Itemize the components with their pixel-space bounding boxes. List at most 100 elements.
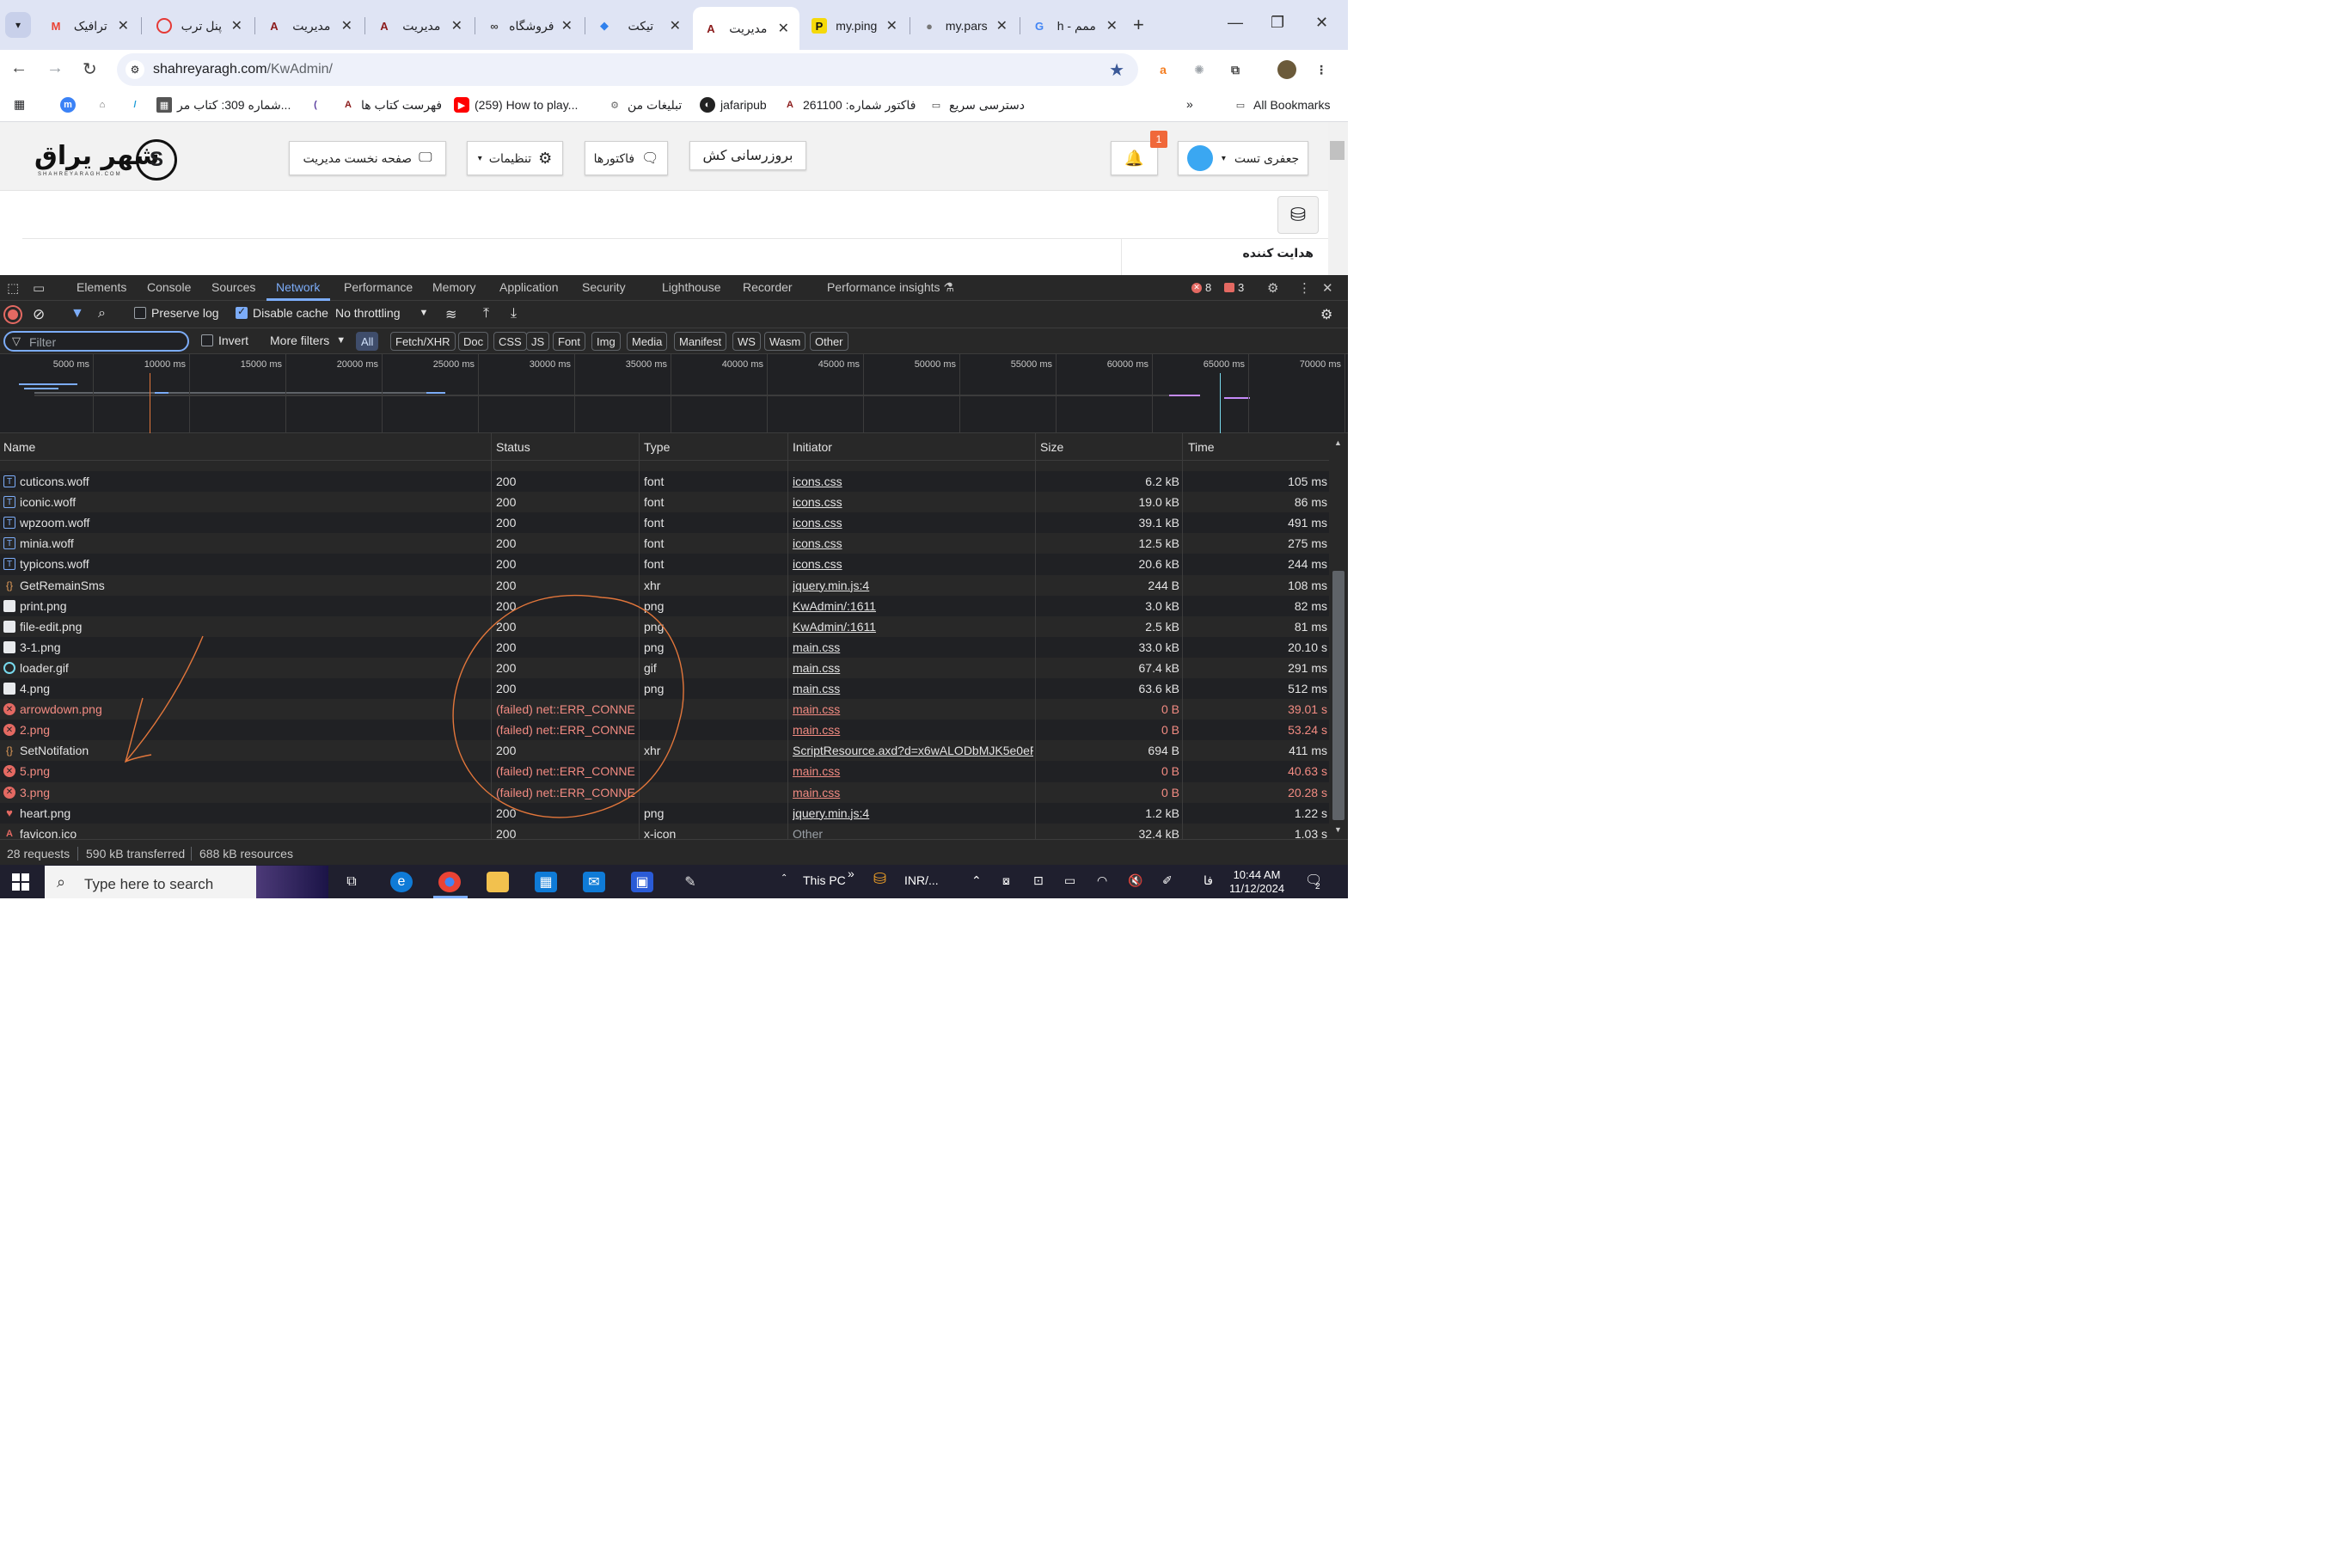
all-bookmarks-folder[interactable]: ▭ All Bookmarks bbox=[1228, 97, 1331, 113]
type-filter-js[interactable]: JS bbox=[526, 332, 550, 351]
browser-tab[interactable]: A مدیریت ✕ bbox=[256, 7, 363, 45]
chrome-icon[interactable] bbox=[438, 872, 461, 892]
browser-tab[interactable]: ◆ تیکت ✕ bbox=[586, 7, 691, 45]
request-initiator[interactable]: icons.css bbox=[793, 557, 1033, 571]
tab-search-button[interactable]: ▾ bbox=[5, 12, 31, 38]
scrollbar-thumb[interactable] bbox=[1330, 141, 1344, 160]
column-time[interactable]: Time bbox=[1188, 440, 1215, 454]
table-row[interactable]: print.png 200 png KwAdmin/:1611 3.0 kB 82 ms bbox=[0, 596, 1329, 616]
type-filter-wasm[interactable]: Wasm bbox=[764, 332, 806, 351]
kebab-menu-icon[interactable]: ⋮ bbox=[1298, 280, 1311, 296]
invoices-button[interactable]: 🗨 فاکتورها bbox=[585, 141, 668, 175]
tab-performance[interactable]: Performance bbox=[344, 280, 413, 294]
settings-dropdown-button[interactable]: ⚙ تنظیمات ▾ bbox=[467, 141, 563, 175]
table-row[interactable]: ✕ 2.png (failed) net::ERR_CONNE... main.css… bbox=[0, 720, 1329, 740]
close-icon[interactable]: ✕ bbox=[778, 20, 789, 37]
search-icon[interactable]: ⌕ bbox=[98, 306, 106, 322]
currency-widget[interactable]: INR/... bbox=[904, 873, 939, 887]
type-filter-other[interactable]: Other bbox=[810, 332, 848, 351]
store-icon[interactable]: ▦ bbox=[535, 872, 557, 892]
browser-tab[interactable]: ∞ فروشگاه ✕ bbox=[476, 7, 583, 45]
table-row[interactable]: Afavicon.ico 200 x-icon Other 32.4 kB 1.03 s bbox=[0, 823, 1329, 839]
bookmark-item[interactable]: A فهرست کتاب ها bbox=[335, 97, 442, 113]
table-row[interactable]: Tcuticons.woff 200 font icons.css 6.2 kB 105 … bbox=[0, 471, 1329, 492]
request-initiator[interactable]: main.css bbox=[793, 764, 1033, 778]
mail-icon[interactable]: ✉ bbox=[583, 872, 605, 892]
type-filter-font[interactable]: Font bbox=[553, 332, 586, 351]
tab-application[interactable]: Application bbox=[499, 280, 559, 294]
type-filter-ws[interactable]: WS bbox=[732, 332, 761, 351]
tray-scroll-icon[interactable]: ⌃ bbox=[781, 873, 787, 883]
tab-console[interactable]: Console bbox=[147, 280, 191, 294]
user-menu-button[interactable]: جعفری تست ▾ bbox=[1178, 141, 1308, 175]
close-icon[interactable]: ✕ bbox=[118, 17, 129, 34]
table-row[interactable]: Ttypicons.woff 200 font icons.css 20.6 kB 244… bbox=[0, 554, 1329, 574]
table-row[interactable]: {} SetNotifation 200 xhr ScriptResource.axd?… bbox=[0, 740, 1329, 762]
tab-performance-insights[interactable]: Performance insights ⚗ bbox=[827, 280, 954, 295]
amazon-extension-icon[interactable]: a bbox=[1154, 60, 1173, 79]
close-icon[interactable]: ✕ bbox=[451, 17, 462, 34]
type-filter-all[interactable]: All bbox=[356, 332, 379, 351]
tab-memory[interactable]: Memory bbox=[432, 280, 476, 294]
preserve-log-checkbox[interactable]: Preserve log bbox=[134, 306, 219, 320]
meet-icon[interactable]: ⧇ bbox=[1002, 873, 1010, 888]
windows-start-icon[interactable] bbox=[12, 873, 29, 891]
network-settings-gear-icon[interactable]: ⚙ bbox=[1320, 306, 1332, 323]
tab-recorder[interactable]: Recorder bbox=[743, 280, 793, 294]
record-stop-icon[interactable] bbox=[5, 307, 21, 322]
network-timeline-overview[interactable]: 5000 ms 10000 ms 15000 ms 20000 ms 25000 ms 3… bbox=[0, 354, 1348, 433]
taskbar-clock[interactable]: 10:44 AM 11/12/2024 bbox=[1229, 868, 1284, 896]
type-filter-css[interactable]: CSS bbox=[493, 332, 527, 351]
request-initiator[interactable]: icons.css bbox=[793, 536, 1033, 550]
filter-box[interactable]: ▽ bbox=[3, 331, 189, 352]
browser-tab-active[interactable]: A مدیریت ✕ bbox=[693, 7, 799, 50]
bookmark-folder[interactable]: ▭ دسترسی سریع bbox=[923, 97, 1025, 113]
bookmark-brush[interactable]: / bbox=[122, 97, 148, 113]
request-initiator[interactable]: main.css bbox=[793, 702, 1033, 716]
coins-icon[interactable]: ⛁ bbox=[873, 870, 886, 888]
close-icon[interactable]: ✕ bbox=[561, 17, 573, 34]
volume-muted-icon[interactable]: 🔇 bbox=[1128, 873, 1142, 888]
request-initiator[interactable]: main.css bbox=[793, 786, 1033, 799]
close-window-icon[interactable]: ✕ bbox=[1315, 14, 1328, 32]
paint-icon[interactable]: ✎ bbox=[679, 872, 701, 892]
request-initiator[interactable]: main.css bbox=[793, 661, 1033, 675]
request-initiator[interactable]: jquery.min.js:4 bbox=[793, 579, 1033, 592]
bookmark-item[interactable]: ▦ شماره 309: کتاب مر... bbox=[151, 97, 291, 113]
type-filter-img[interactable]: Img bbox=[591, 332, 621, 351]
new-tab-button[interactable]: + bbox=[1133, 14, 1144, 36]
refresh-cache-button[interactable]: بروزرسانی کش bbox=[689, 141, 806, 170]
disable-cache-checkbox[interactable]: Disable cache bbox=[236, 305, 328, 320]
back-arrow-icon[interactable]: ← bbox=[10, 58, 28, 78]
error-counter[interactable]: ✕ 8 bbox=[1191, 281, 1211, 294]
table-row[interactable]: Tminia.woff 200 font icons.css 12.5 kB 275 ms bbox=[0, 533, 1329, 554]
extension-gear-icon[interactable]: ✺ bbox=[1190, 60, 1209, 79]
invert-checkbox[interactable]: Invert bbox=[201, 334, 248, 347]
table-row[interactable]: Ticonic.woff 200 font icons.css 19.0 kB 86 ms bbox=[0, 492, 1329, 513]
column-size[interactable]: Size bbox=[1040, 440, 1063, 454]
page-scrollbar[interactable] bbox=[1328, 122, 1348, 275]
scroll-up-icon[interactable]: ▲ bbox=[1334, 438, 1342, 447]
bookmark-star-icon[interactable]: ★ bbox=[1109, 59, 1124, 81]
close-icon[interactable]: ✕ bbox=[341, 17, 352, 34]
upload-icon[interactable]: ⤒ bbox=[483, 306, 489, 322]
restore-icon[interactable]: ❐ bbox=[1271, 14, 1284, 32]
table-row[interactable]: ✕ 3.png (failed) net::ERR_CONNE... main.css… bbox=[0, 781, 1329, 803]
type-filter-media[interactable]: Media bbox=[627, 332, 668, 351]
warning-counter[interactable]: 3 bbox=[1224, 281, 1244, 294]
checkbox[interactable] bbox=[134, 307, 146, 319]
database-icon[interactable]: ⛁ bbox=[1277, 196, 1319, 234]
request-table-scrollbar[interactable]: ▲ ▼ bbox=[1329, 433, 1348, 839]
tab-security[interactable]: Security bbox=[582, 280, 626, 294]
table-row[interactable]: file-edit.png 200 png KwAdmin/:1611 2.5 kB 81… bbox=[0, 616, 1329, 637]
browser-tab[interactable]: G h - ممم ✕ bbox=[1021, 7, 1128, 45]
table-row[interactable]: 3-1.png 200 png main.css 33.0 kB 20.10 s bbox=[0, 637, 1329, 658]
admin-home-button[interactable]: 🖵 صفحه نخست مدیریت bbox=[289, 141, 446, 175]
settings-gear-icon[interactable]: ⚙ bbox=[1267, 280, 1278, 296]
checkbox-checked[interactable] bbox=[236, 305, 248, 319]
clear-icon[interactable]: ⊘ bbox=[33, 306, 45, 323]
bookmark-messenger[interactable]: m bbox=[55, 97, 81, 113]
site-info-icon[interactable]: ⚙ bbox=[126, 60, 144, 79]
table-row[interactable]: loader.gif 200 gif main.css 67.4 kB 291 ms bbox=[0, 657, 1329, 678]
column-initiator[interactable]: Initiator bbox=[793, 440, 832, 454]
